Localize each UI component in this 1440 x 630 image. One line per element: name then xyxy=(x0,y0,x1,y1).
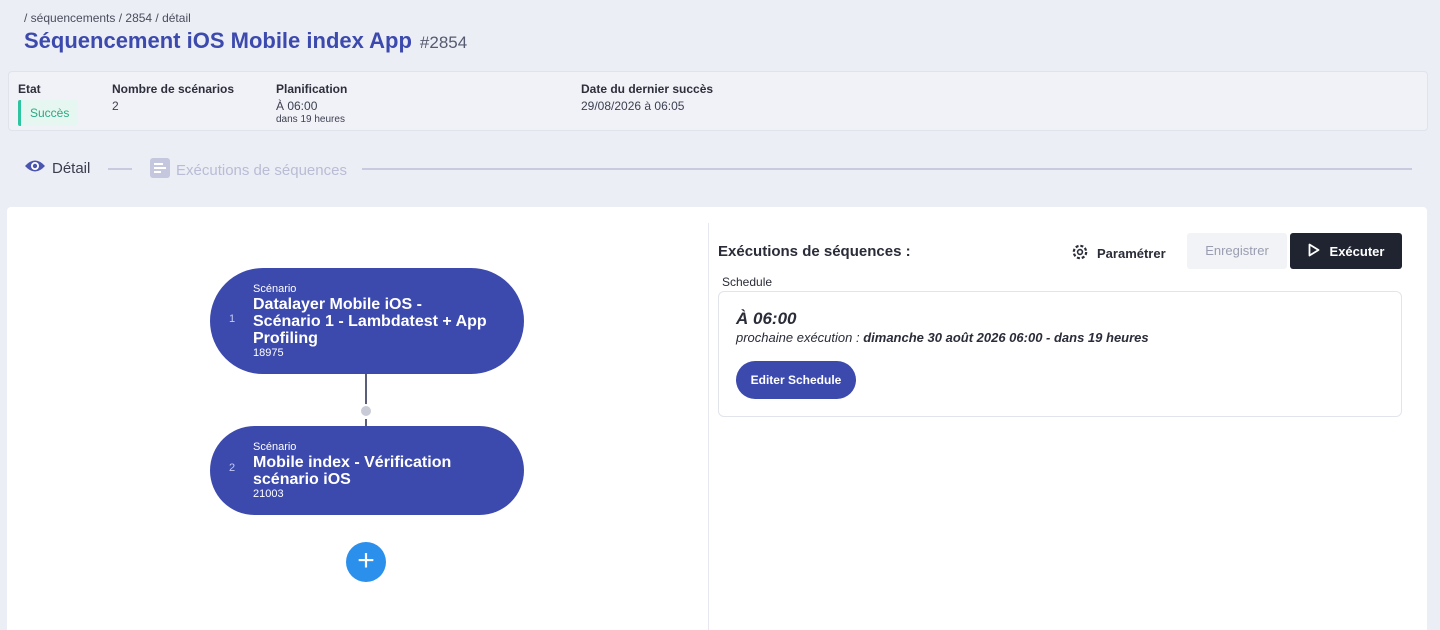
gear-icon xyxy=(1071,243,1089,264)
parametrer-label: Paramétrer xyxy=(1097,246,1166,261)
node-name: Datalayer Mobile iOS - Scénario 1 - Lamb… xyxy=(253,296,487,347)
save-button[interactable]: Enregistrer xyxy=(1187,233,1287,269)
planif-sub: dans 19 heures xyxy=(276,114,345,125)
info-bar: Etat Succès Nombre de scénarios 2 Planif… xyxy=(8,71,1428,131)
eye-icon xyxy=(24,158,46,178)
connector-line xyxy=(365,419,367,426)
schedule-time: À 06:00 xyxy=(736,309,797,328)
node-kind: Scénario xyxy=(253,283,297,295)
tab-executions-label: Exécutions de séquences xyxy=(176,161,347,179)
node-number: 1 xyxy=(229,313,236,325)
schedule-label: Schedule xyxy=(722,275,773,289)
tab-detail[interactable]: Détail xyxy=(24,158,90,178)
panel-divider xyxy=(708,223,709,630)
tab-detail-label: Détail xyxy=(52,159,91,177)
tabs: Détail Exécutions de séquences xyxy=(24,156,1412,184)
scenario-node-1[interactable]: 1 Scénario Datalayer Mobile iOS - Scénar… xyxy=(210,268,524,374)
last-label: Date du dernier succès xyxy=(581,82,714,96)
clock-icon xyxy=(359,404,373,418)
tab-divider-line xyxy=(108,168,132,170)
list-icon xyxy=(150,158,170,182)
schedule-box: À 06:00 prochaine exécution : dimanche 3… xyxy=(718,291,1402,417)
scenarios-label: Nombre de scénarios xyxy=(112,82,235,96)
tab-executions[interactable]: Exécutions de séquences xyxy=(150,158,347,182)
play-icon xyxy=(1308,243,1320,260)
parametrer-button[interactable]: Paramétrer xyxy=(1071,239,1166,268)
node-code: 18975 xyxy=(253,347,284,359)
node-kind: Scénario xyxy=(253,441,297,453)
page-id: #2854 xyxy=(419,33,468,52)
info-last-success: Date du dernier succès 29/08/2026 à 06:0… xyxy=(581,82,713,113)
tab-progress-line xyxy=(362,168,1412,170)
breadcrumb[interactable]: / séquencements / 2854 / détail xyxy=(24,11,191,25)
next-prefix: prochaine exécution : xyxy=(736,330,860,345)
etat-label: Etat xyxy=(18,82,41,96)
scenarios-value: 2 xyxy=(112,99,119,113)
execute-label: Exécuter xyxy=(1329,243,1385,259)
node-name: Mobile index - Vérification scénario iOS xyxy=(253,454,452,488)
node-code: 21003 xyxy=(253,488,284,500)
info-planification: Planification À 06:00 dans 19 heures xyxy=(276,82,347,125)
page-header: Séquencement iOS Mobile index App #2854 xyxy=(24,28,467,54)
node-number: 2 xyxy=(229,462,236,474)
add-scenario-button[interactable]: + xyxy=(346,542,386,582)
execute-button[interactable]: Exécuter xyxy=(1290,233,1402,269)
executions-title: Exécutions de séquences : xyxy=(718,243,911,260)
info-etat: Etat Succès xyxy=(18,82,79,126)
last-value: 29/08/2026 à 06:05 xyxy=(581,99,685,113)
status-badge: Succès xyxy=(18,100,79,126)
next-execution: prochaine exécution : dimanche 30 août 2… xyxy=(736,330,1149,345)
connector-line xyxy=(365,374,367,408)
page-title: Séquencement iOS Mobile index App xyxy=(24,28,412,53)
edit-schedule-button[interactable]: Editer Schedule xyxy=(736,361,856,399)
planif-label: Planification xyxy=(276,82,348,96)
info-scenarios: Nombre de scénarios 2 xyxy=(112,82,234,113)
scenario-node-2[interactable]: 2 Scénario Mobile index - Vérification s… xyxy=(210,426,524,515)
next-value: dimanche 30 août 2026 06:00 - dans 19 he… xyxy=(863,330,1149,345)
planif-value: À 06:00 xyxy=(276,99,318,113)
main-card: 1 Scénario Datalayer Mobile iOS - Scénar… xyxy=(7,207,1427,630)
